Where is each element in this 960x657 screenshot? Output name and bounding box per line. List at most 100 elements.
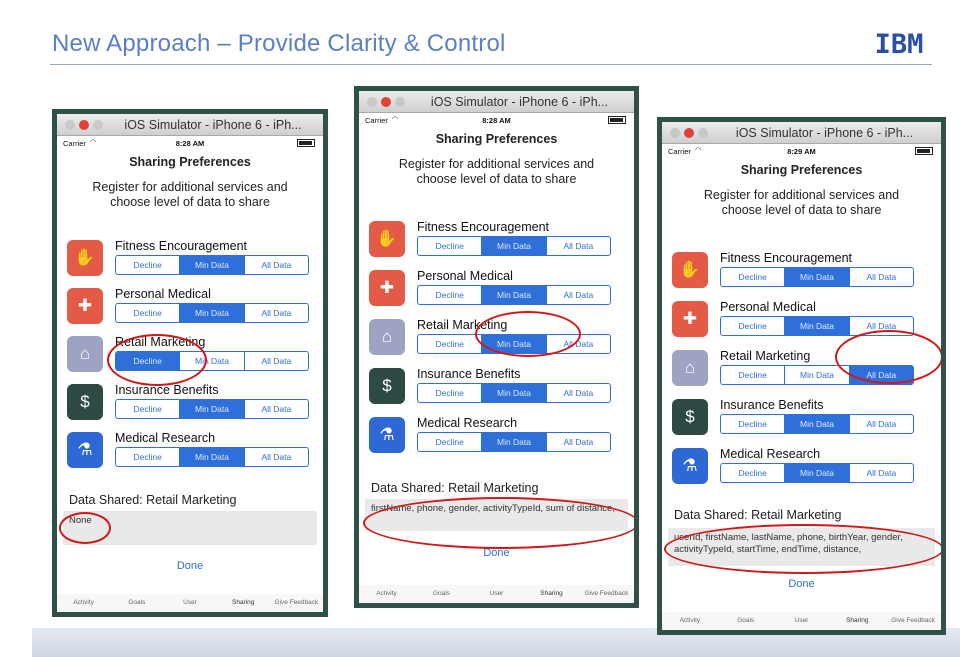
segment-all-data[interactable]: All Data (243, 448, 308, 466)
segment-all-data[interactable]: All Data (848, 268, 913, 286)
ios-simulator-window: iOS Simulator - iPhone 6 - iPh... Carrier… (354, 86, 639, 608)
segment-all-data[interactable]: All Data (545, 384, 610, 402)
window-close-button[interactable] (79, 120, 89, 130)
data-shared-label: Data Shared: Retail Marketing (674, 508, 842, 522)
subtitle-line: choose level of data to share (416, 172, 577, 186)
segmented-control: Decline Min Data All Data (417, 432, 611, 452)
tab-give-feedback[interactable]: Give Feedback (579, 585, 634, 603)
tab-goals[interactable]: Goals (110, 594, 163, 612)
segmented-control: Decline Min Data All Data (417, 383, 611, 403)
window-close-button[interactable] (381, 97, 391, 107)
segment-decline[interactable]: Decline (418, 433, 481, 451)
segment-all-data[interactable]: All Data (848, 415, 913, 433)
window-minimize-button[interactable] (65, 120, 75, 130)
segment-min-data[interactable]: Min Data (481, 335, 546, 353)
data-shared-value: userId, firstName, lastName, phone, birt… (668, 528, 935, 566)
segment-min-data[interactable]: Min Data (784, 268, 849, 286)
done-button[interactable]: Done (662, 578, 941, 590)
segment-all-data[interactable]: All Data (243, 256, 308, 274)
segment-decline[interactable]: Decline (116, 448, 179, 466)
segment-min-data[interactable]: Min Data (179, 448, 244, 466)
segmented-control: Decline Min Data All Data (115, 447, 309, 467)
segment-decline[interactable]: Decline (418, 286, 481, 304)
window-zoom-button[interactable] (395, 97, 405, 107)
tab-sharing[interactable]: Sharing (829, 612, 885, 630)
segment-all-data[interactable]: All Data (243, 400, 308, 418)
window-zoom-button[interactable] (698, 128, 708, 138)
segment-decline[interactable]: Decline (721, 366, 784, 384)
segment-decline[interactable]: Decline (721, 464, 784, 482)
segment-min-data[interactable]: Min Data (179, 400, 244, 418)
category-medical-research: ⚗ Medical Research Decline Min Data All Data (369, 416, 634, 457)
status-bar: Carrier ◠ 8:28 AM (57, 136, 323, 152)
segment-all-data[interactable]: All Data (545, 237, 610, 255)
segment-decline[interactable]: Decline (418, 335, 481, 353)
segment-min-data[interactable]: Min Data (481, 237, 546, 255)
tab-give-feedback[interactable]: Give Feedback (270, 594, 323, 612)
segment-decline[interactable]: Decline (418, 384, 481, 402)
tab-user[interactable]: User (163, 594, 216, 612)
category-label: Insurance Benefits (720, 398, 824, 412)
done-button[interactable]: Done (57, 560, 323, 572)
tab-sharing[interactable]: Sharing (524, 585, 579, 603)
category-label: Retail Marketing (720, 349, 811, 363)
segmented-control: Decline Min Data All Data (115, 351, 309, 371)
category-label: Medical Research (417, 416, 518, 430)
window-zoom-button[interactable] (93, 120, 103, 130)
segment-min-data[interactable]: Min Data (179, 352, 243, 370)
category-fitness-encouragement: ✋ Fitness Encouragement Decline Min Data All… (369, 220, 634, 261)
tab-give-feedback[interactable]: Give Feedback (885, 612, 941, 630)
segment-all-data[interactable]: All Data (545, 335, 610, 353)
tab-goals[interactable]: Goals (718, 612, 774, 630)
tab-activity[interactable]: Activity (57, 594, 110, 612)
segment-min-data[interactable]: Min Data (481, 433, 546, 451)
category-label: Personal Medical (417, 269, 513, 283)
category-retail-marketing: ⌂ Retail Marketing Decline Min Data All Data (67, 335, 323, 376)
segment-min-data[interactable]: Min Data (784, 415, 849, 433)
done-button[interactable]: Done (359, 547, 634, 559)
shield-dollar-icon: $ (67, 384, 103, 420)
segment-decline[interactable]: Decline (116, 400, 179, 418)
hand-icon: ✋ (67, 240, 103, 276)
simulator-titlebar: iOS Simulator - iPhone 6 - iPh... (57, 114, 323, 136)
window-minimize-button[interactable] (367, 97, 377, 107)
category-personal-medical: ✚ Personal Medical Decline Min Data All Data (67, 287, 323, 328)
tab-goals[interactable]: Goals (414, 585, 469, 603)
segment-decline[interactable]: Decline (721, 268, 784, 286)
segment-all-data[interactable]: All Data (243, 352, 308, 370)
segment-all-data[interactable]: All Data (848, 366, 913, 384)
tab-activity[interactable]: Activity (662, 612, 718, 630)
segment-decline[interactable]: Decline (418, 237, 481, 255)
segment-decline[interactable]: Decline (116, 352, 180, 370)
segment-decline[interactable]: Decline (721, 415, 784, 433)
segment-min-data[interactable]: Min Data (179, 304, 244, 322)
category-personal-medical: ✚ Personal Medical Decline Min Data All Data (672, 300, 941, 341)
tab-user[interactable]: User (774, 612, 830, 630)
segment-min-data[interactable]: Min Data (481, 384, 546, 402)
segment-min-data[interactable]: Min Data (784, 317, 849, 335)
segment-min-data[interactable]: Min Data (784, 366, 848, 384)
window-title: iOS Simulator - iPhone 6 - iPh... (735, 126, 914, 140)
shield-dollar-icon: $ (369, 368, 405, 404)
segment-all-data[interactable]: All Data (848, 317, 913, 335)
segment-min-data[interactable]: Min Data (179, 256, 244, 274)
segment-decline[interactable]: Decline (116, 304, 179, 322)
tab-sharing[interactable]: Sharing (217, 594, 270, 612)
first-aid-icon: ✚ (67, 288, 103, 324)
segment-decline[interactable]: Decline (721, 317, 784, 335)
segment-decline[interactable]: Decline (116, 256, 179, 274)
window-minimize-button[interactable] (670, 128, 680, 138)
segmented-control: Decline Min Data All Data (115, 303, 309, 323)
category-fitness-encouragement: ✋ Fitness Encouragement Decline Min Data All… (67, 239, 323, 280)
segment-all-data[interactable]: All Data (243, 304, 308, 322)
segment-all-data[interactable]: All Data (545, 286, 610, 304)
segment-all-data[interactable]: All Data (848, 464, 913, 482)
battery-icon (915, 147, 933, 155)
segment-all-data[interactable]: All Data (545, 433, 610, 451)
tab-user[interactable]: User (469, 585, 524, 603)
segment-min-data[interactable]: Min Data (481, 286, 546, 304)
subtitle-line: Register for additional services and (703, 188, 900, 202)
window-close-button[interactable] (684, 128, 694, 138)
tab-activity[interactable]: Activity (359, 585, 414, 603)
segment-min-data[interactable]: Min Data (784, 464, 849, 482)
